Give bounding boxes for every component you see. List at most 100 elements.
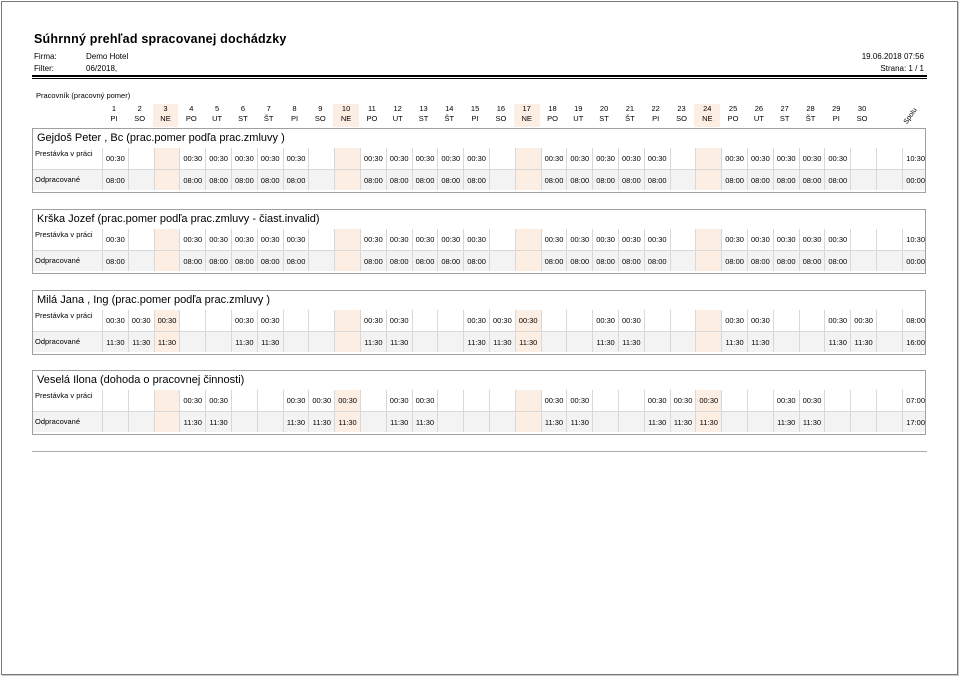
day-cell: 00:30 (514, 310, 541, 331)
filter-label: Filter: (34, 64, 54, 73)
day-cell: 00:30 (102, 148, 128, 169)
day-cell: 00:30 (824, 229, 850, 250)
day-number: 15 (470, 104, 480, 113)
day-cell: 00:30 (618, 148, 644, 169)
day-header-13: 13 ST (411, 104, 437, 127)
day-cell (153, 148, 180, 169)
day-header-25: 25 PO (720, 104, 746, 127)
day-header-5: 5 UT (204, 104, 230, 127)
day-cell (695, 170, 722, 190)
day-cell: 00:30 (205, 390, 231, 411)
day-cell (411, 332, 438, 352)
spacer-cell (876, 390, 902, 411)
day-cell (695, 251, 722, 271)
day-cell (489, 390, 515, 411)
day-cell: 11:30 (721, 332, 747, 352)
day-cell (643, 310, 670, 331)
day-number: 13 (419, 104, 428, 113)
day-cell: 11:30 (385, 412, 412, 432)
worked-row: Odpracované 11:30 11:30 11:30 11:30 11:30 11:3… (33, 411, 925, 432)
day-cell (669, 170, 696, 190)
day-cell (102, 390, 128, 411)
day-cell: 08:00 (102, 251, 128, 271)
day-cell (669, 148, 696, 169)
day-cell (592, 390, 618, 411)
day-cell (669, 332, 696, 352)
day-header-16: 16 SO (488, 104, 514, 127)
day-cell (514, 148, 541, 169)
day-cell: 11:30 (772, 412, 799, 432)
day-cell (205, 310, 231, 331)
worked-row-label: Odpracované (35, 175, 81, 184)
day-cell: 08:00 (798, 170, 825, 190)
day-weekday: ST (599, 114, 609, 123)
day-number: 14 (445, 104, 454, 113)
day-cell (308, 229, 334, 250)
day-cell: 00:30 (282, 148, 309, 169)
day-cell: 08:00 (618, 251, 644, 271)
day-cell: 00:30 (721, 229, 747, 250)
day-cell (334, 170, 360, 190)
day-cell (850, 229, 876, 250)
day-cell: 11:30 (385, 332, 412, 352)
day-number: 5 (215, 104, 220, 113)
day-number: 29 (832, 104, 841, 113)
break-row: Prestávka v práci 00:30 00:30 00:30 00:30 00:… (33, 229, 925, 250)
day-number: 11 (368, 104, 376, 113)
day-number: 17 (522, 104, 531, 113)
break-row: Prestávka v práci 00:30 00:30 00:30 00:30 00:… (33, 390, 925, 411)
row-sum-cell: 17:00 (902, 412, 927, 432)
day-header-15: 15 PI (462, 104, 488, 127)
day-cell (334, 332, 360, 352)
day-cell: 00:30 (385, 148, 412, 169)
day-cell: 08:00 (360, 170, 386, 190)
day-cell (566, 310, 592, 331)
day-cell (618, 412, 644, 432)
day-cell: 00:30 (798, 390, 825, 411)
row-sum-cell: 10:30 (902, 229, 927, 250)
day-header-6: 6 ST (230, 104, 256, 127)
day-number: 2 (137, 104, 142, 113)
worked-row-label: Odpracované (35, 337, 81, 346)
day-cell: 08:00 (411, 251, 438, 271)
day-cell: 08:00 (205, 170, 231, 190)
day-cell (205, 332, 231, 352)
day-header-7: 7 ŠT (256, 104, 282, 127)
day-cell (489, 412, 515, 432)
day-weekday: NE (340, 114, 352, 123)
day-cell: 00:30 (360, 310, 386, 331)
day-cell: 08:00 (385, 251, 412, 271)
day-cell (334, 310, 360, 331)
day-cell (824, 390, 850, 411)
day-cell: 00:30 (205, 229, 231, 250)
day-cell: 11:30 (282, 412, 309, 432)
day-weekday: SO (134, 114, 146, 123)
employee-name: Veselá Ilona (dohoda o pracovnej činnost… (37, 374, 245, 386)
day-cell (669, 229, 696, 250)
day-weekday: UT (392, 114, 403, 123)
day-header-29: 29 PI (823, 104, 849, 127)
day-header-20: 20 ST (591, 104, 617, 127)
day-header-11: 11 PO (359, 104, 385, 127)
day-cell: 11:30 (179, 412, 205, 432)
day-number: 21 (625, 104, 635, 113)
day-cell: 08:00 (463, 251, 489, 271)
day-cell (514, 170, 541, 190)
day-cell (153, 251, 180, 271)
spacer-cell (876, 170, 902, 190)
day-cell: 00:30 (772, 148, 799, 169)
day-cell: 00:30 (798, 148, 825, 169)
report-datetime: 19.06.2018 07:56 (861, 52, 924, 61)
break-row-label: Prestávka v práci (35, 311, 93, 320)
day-cell: 11:30 (308, 412, 334, 432)
worked-row: Odpracované 08:00 08:00 08:00 08:00 08:00 08:0… (33, 250, 925, 271)
day-cell (256, 412, 283, 432)
day-cell: 11:30 (489, 332, 515, 352)
day-cell: 08:00 (824, 170, 850, 190)
day-cell (592, 412, 618, 432)
day-cell: 11:30 (102, 332, 128, 352)
day-number: 16 (496, 104, 506, 113)
day-cell (179, 332, 205, 352)
day-cell: 11:30 (231, 332, 257, 352)
day-cell: 08:00 (798, 251, 825, 271)
